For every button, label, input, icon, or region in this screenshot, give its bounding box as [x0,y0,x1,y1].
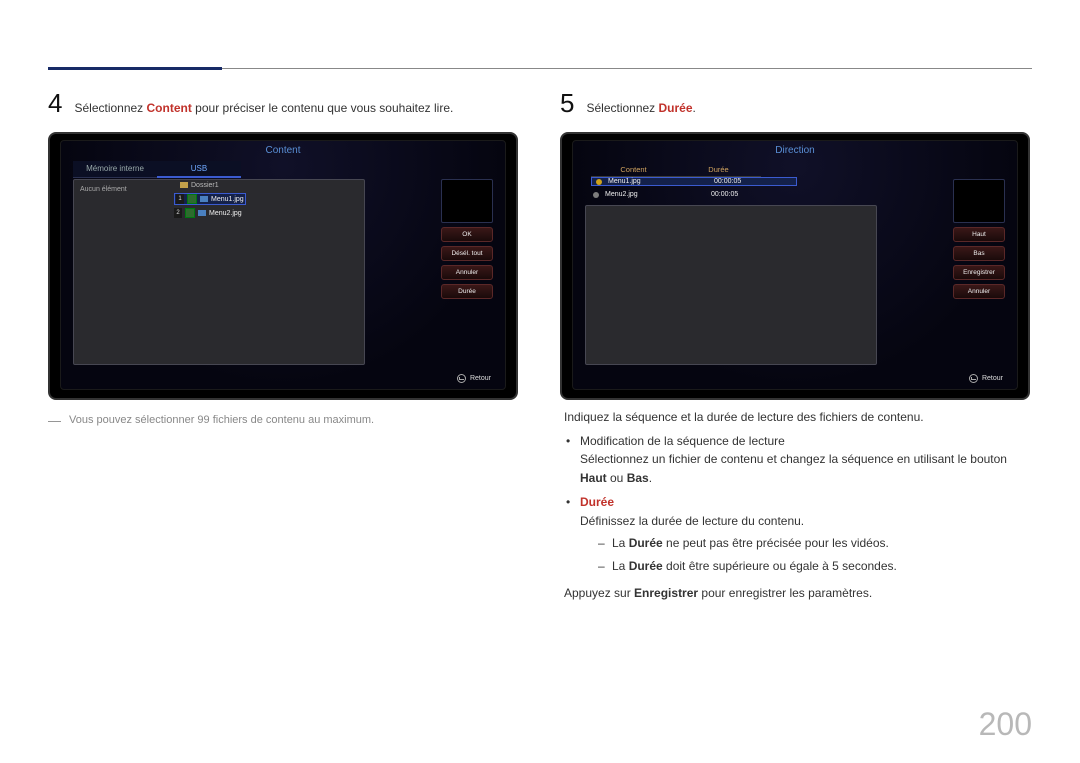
step-number: 4 [48,90,62,116]
image-icon [198,210,206,216]
dash-icon: ― [48,414,61,427]
status-dot-icon [596,179,602,185]
bas-keyword: Bas [627,471,649,485]
cancel-button[interactable]: Annuler [441,265,493,280]
sub-note-video: La Durée ne peut pas être précisée pour … [598,534,1030,553]
device-screenshot-content: Content Mémoire interne USB Aucun élémen… [48,132,518,399]
device-title: Content [61,141,505,158]
step-number: 5 [560,90,574,116]
list-header: Content Durée [591,163,761,177]
checkbox-icon [187,194,197,204]
content-panel [585,205,877,364]
bullet-sequence: Modification de la séquence de lecture S… [564,432,1030,488]
bullet-duree: Durée Définissez la durée de lecture du … [564,493,1030,575]
file-index: 2 [174,208,182,218]
save-button[interactable]: Enregistrer [953,265,1005,280]
file-row-2[interactable]: 2 Menu2.jpg [174,208,242,218]
ok-button[interactable]: OK [441,227,493,242]
return-button[interactable]: Retour [969,374,1003,383]
content-keyword: Content [147,101,192,115]
device-screenshot-direction: Direction Content Durée Menu1.jpg 00:00:… [560,132,1030,399]
direction-row-1[interactable]: Menu1.jpg 00:00:05 [591,177,797,186]
up-button[interactable]: Haut [953,227,1005,242]
folder-label: Dossier1 [180,182,219,189]
footnote: ― Vous pouvez sélectionner 99 fichiers d… [48,414,518,427]
cancel-button[interactable]: Annuler [953,284,1005,299]
page-number: 200 [979,706,1032,743]
haut-keyword: Haut [580,471,607,485]
sub-note-5sec: La Durée doit être supérieure ou égale à… [598,557,1030,576]
image-icon [200,196,208,202]
return-icon [969,374,978,383]
save-instruction: Appuyez sur Enregistrer pour enregistrer… [564,586,1030,600]
enregistrer-keyword: Enregistrer [634,586,698,600]
file-index: 1 [176,194,184,204]
down-button[interactable]: Bas [953,246,1005,261]
checkbox-icon [185,208,195,218]
file-list-panel: Aucun élément Dossier1 1 Menu1.jpg 2 Men… [73,179,365,364]
return-button[interactable]: Retour [457,374,491,383]
step-text: Sélectionnez Content pour préciser le co… [74,99,453,118]
step-text: Sélectionnez Durée. [586,99,695,118]
direction-row-2[interactable]: Menu2.jpg 00:00:05 [591,191,791,198]
tab-internal-memory[interactable]: Mémoire interne [73,161,157,178]
folder-icon [180,182,188,188]
deselect-all-button[interactable]: Désél. tout [441,246,493,261]
file-row-1[interactable]: 1 Menu1.jpg [174,193,246,205]
preview-box [953,179,1005,223]
duree-button[interactable]: Durée [441,284,493,299]
step-4-heading: 4 Sélectionnez Content pour préciser le … [48,90,518,118]
tab-usb[interactable]: USB [157,161,241,178]
device-title: Direction [573,141,1017,158]
status-dot-icon [593,192,599,198]
duree-keyword: Durée [580,495,614,509]
intro-text: Indiquez la séquence et la durée de lect… [564,410,1030,424]
return-icon [457,374,466,383]
step-5-heading: 5 Sélectionnez Durée. [560,90,1030,118]
preview-box [441,179,493,223]
duree-keyword: Durée [659,101,693,115]
